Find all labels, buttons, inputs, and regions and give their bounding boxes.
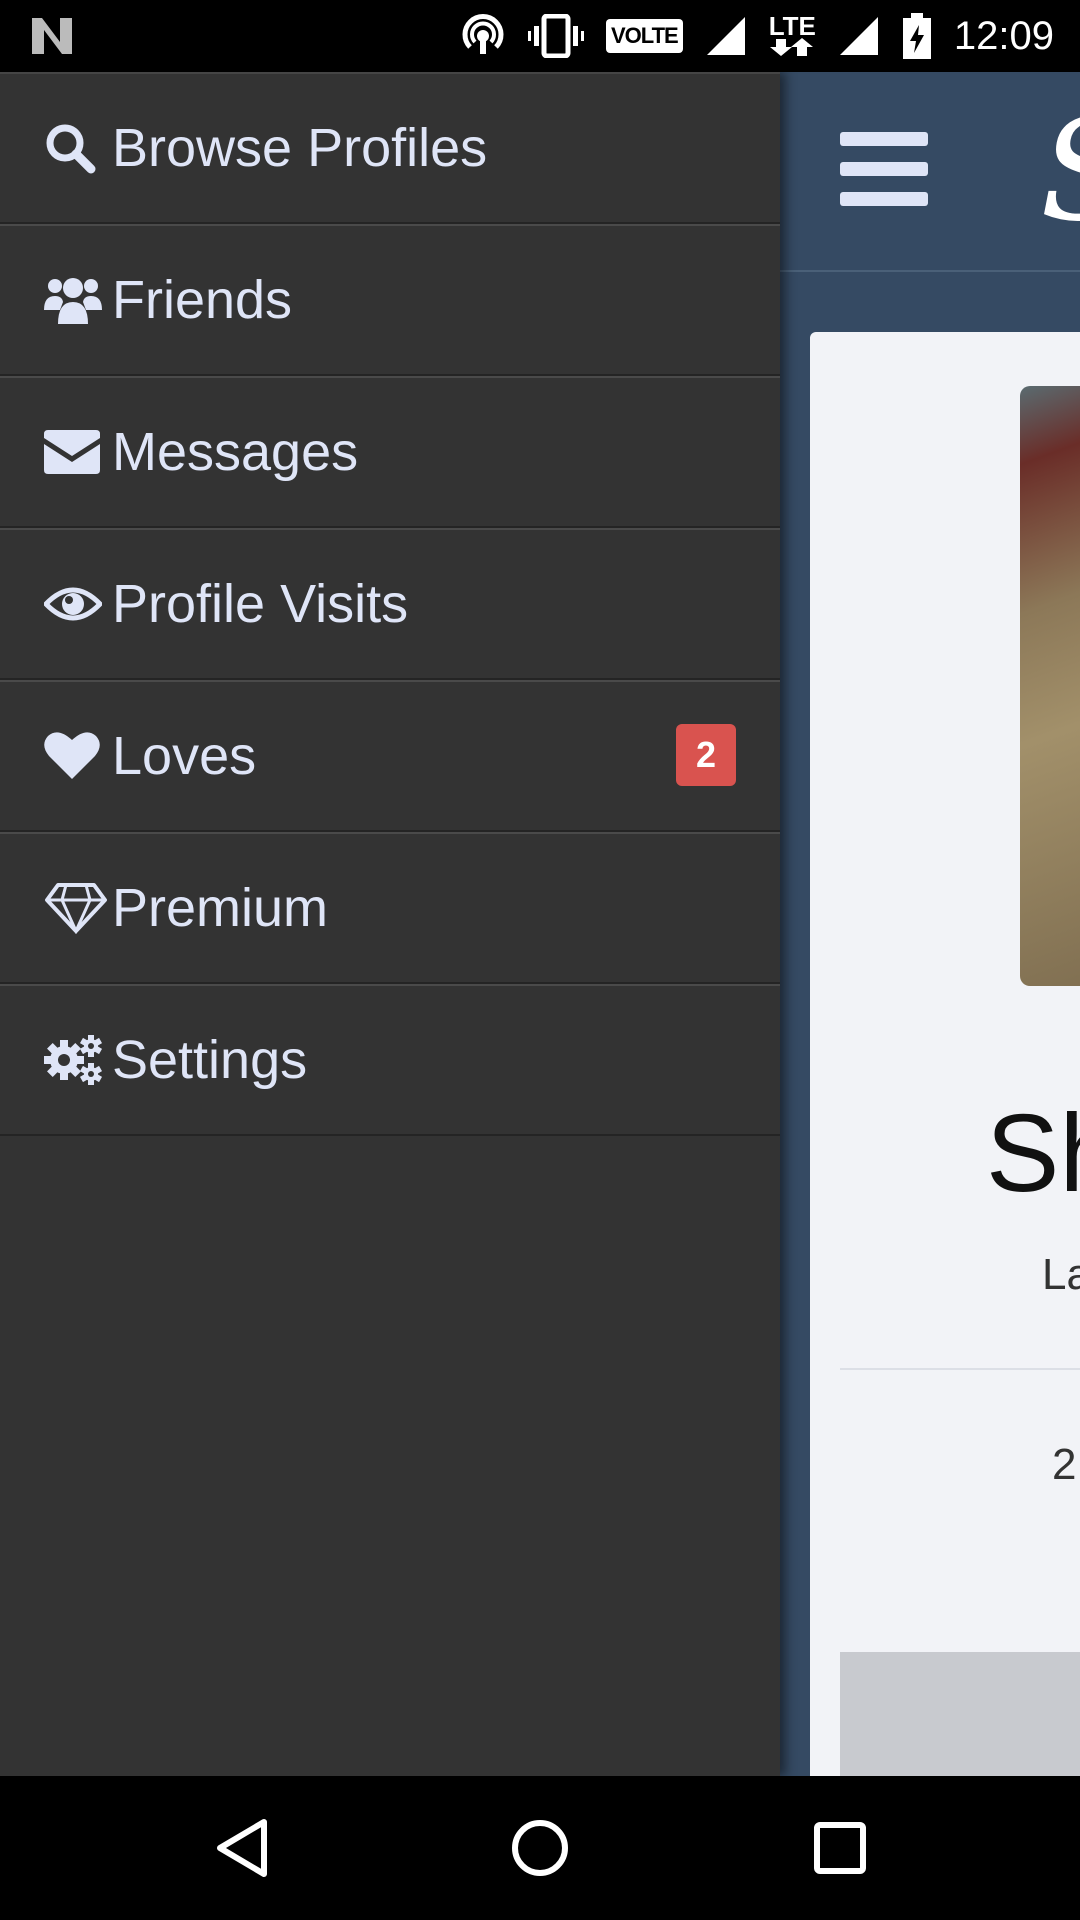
drawer-item-settings[interactable]: Settings — [0, 984, 780, 1136]
diamond-icon — [44, 880, 108, 936]
app-logo: S — [1040, 102, 1080, 242]
drawer-item-loves[interactable]: Loves 2 — [0, 680, 780, 832]
drawer-item-browse-profiles[interactable]: Browse Profiles — [0, 72, 780, 224]
heart-icon — [44, 728, 108, 784]
signal-icon-2 — [838, 15, 880, 57]
n-logo-icon — [32, 18, 72, 54]
status-bar: VOLTE LTE 12:09 — [0, 0, 1080, 72]
battery-charging-icon — [902, 13, 932, 59]
envelope-icon — [44, 424, 108, 480]
system-nav-bar — [0, 1776, 1080, 1920]
drawer-item-label: Loves — [112, 726, 257, 786]
drawer-item-label: Friends — [112, 270, 293, 330]
volte-badge: VOLTE — [605, 19, 683, 53]
drawer-item-label: Browse Profiles — [112, 118, 488, 178]
data-arrows-icon — [770, 38, 814, 56]
drawer-item-label: Premium — [112, 878, 329, 938]
loves-count-badge: 2 — [676, 724, 736, 786]
main-content: S Sh La 2 — [780, 72, 1080, 1776]
drawer-item-label: Profile Visits — [112, 574, 409, 634]
profile-stat: 2 — [1052, 1440, 1077, 1489]
profile-subtitle: La — [1042, 1250, 1080, 1299]
navigation-drawer: Browse Profiles Friends Messages Profile… — [0, 72, 780, 1776]
card-footer-block — [840, 1652, 1080, 1776]
card-divider — [840, 1368, 1080, 1370]
drawer-item-profile-visits[interactable]: Profile Visits — [0, 528, 780, 680]
profile-name: Sh — [986, 1092, 1080, 1215]
hotspot-icon — [460, 13, 506, 59]
app-toolbar: S — [780, 72, 1080, 272]
drawer-item-messages[interactable]: Messages — [0, 376, 780, 528]
users-icon — [44, 272, 108, 328]
profile-card: Sh La 2 — [810, 332, 1080, 1776]
profile-photo[interactable] — [1020, 386, 1080, 986]
clock: 12:09 — [953, 13, 1054, 58]
back-icon[interactable] — [214, 1818, 270, 1878]
eye-icon — [44, 576, 108, 632]
lte-label: LTE — [768, 11, 816, 41]
signal-icon — [705, 15, 747, 57]
drawer-item-label: Messages — [112, 422, 359, 482]
menu-hamburger-button[interactable] — [840, 132, 928, 206]
home-icon[interactable] — [510, 1818, 570, 1878]
drawer-item-friends[interactable]: Friends — [0, 224, 780, 376]
search-icon — [44, 120, 108, 176]
gears-icon — [44, 1032, 108, 1088]
vibrate-icon — [527, 14, 584, 58]
drawer-item-label: Settings — [112, 1030, 308, 1090]
drawer-item-premium[interactable]: Premium — [0, 832, 780, 984]
recents-icon[interactable] — [812, 1818, 868, 1878]
